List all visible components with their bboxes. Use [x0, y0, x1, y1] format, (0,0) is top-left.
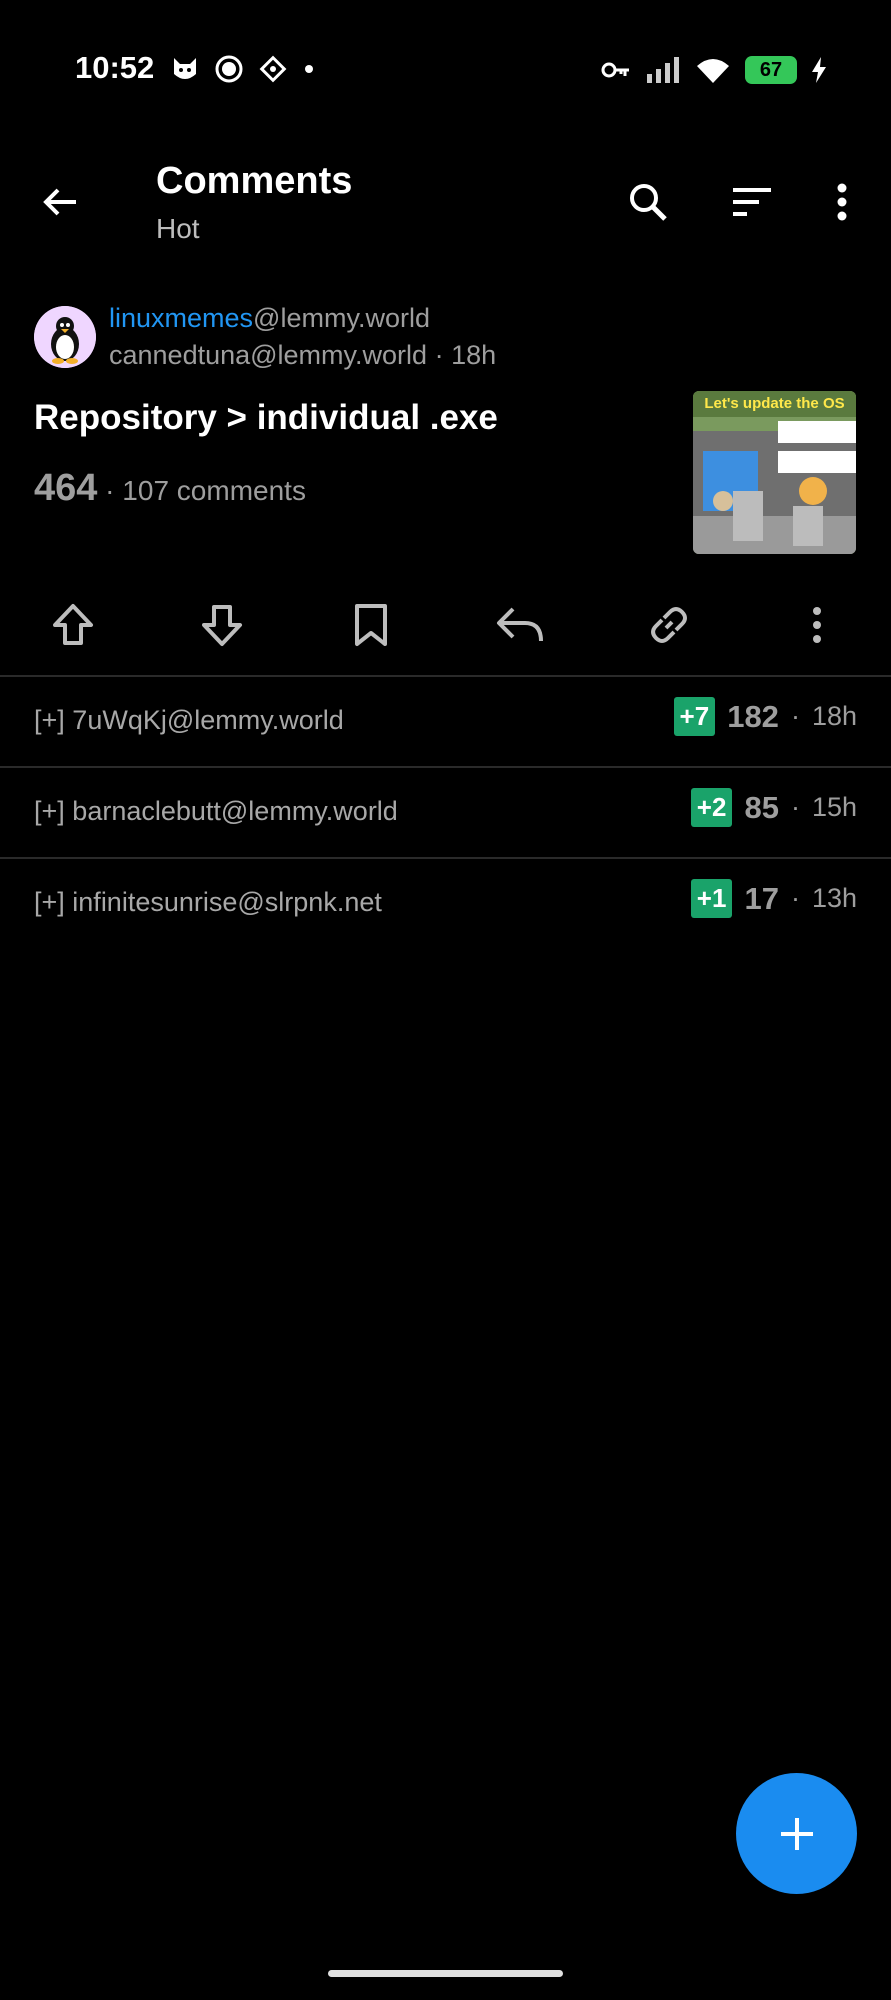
- reply-button[interactable]: [485, 590, 555, 660]
- comment-score: 17: [744, 880, 779, 916]
- community-avatar[interactable]: [34, 306, 96, 368]
- post-score: 464: [34, 467, 98, 509]
- penguin-icon: [34, 306, 96, 368]
- meme-image: [693, 391, 856, 554]
- cat-app-icon: [174, 58, 196, 79]
- community-instance: @lemmy.world: [253, 303, 430, 333]
- status-time: 10:52: [75, 50, 155, 85]
- comment-time: 18h: [811, 701, 857, 731]
- bookmark-icon: [355, 604, 387, 646]
- charging-bolt-icon: [812, 57, 826, 83]
- page-title: Comments: [156, 160, 353, 202]
- comment-meta: +2 85 · 15h: [690, 788, 857, 827]
- expand-marker: [+]: [34, 705, 65, 735]
- comment-meta: +7 182 · 18h: [673, 697, 857, 736]
- dot-icon: [305, 65, 313, 73]
- arrow-left-icon: [43, 188, 76, 216]
- search-button[interactable]: [618, 172, 678, 232]
- more-vertical-icon: [813, 607, 821, 643]
- downvote-button[interactable]: [187, 590, 257, 660]
- new-comments-badge: +7: [673, 697, 716, 736]
- comment-row[interactable]: [+] infinitesunrise@slrpnk.net +1 17 · 1…: [0, 859, 891, 947]
- community-link[interactable]: linuxmemes@lemmy.world: [109, 303, 430, 334]
- home-indicator[interactable]: [328, 1970, 563, 1977]
- post-time: 18h: [451, 340, 497, 370]
- more-vertical-icon: [837, 183, 847, 221]
- comment-meta: +1 17 · 13h: [690, 879, 857, 918]
- expand-marker: [+]: [34, 796, 65, 826]
- post-author-line: cannedtuna@lemmy.world · 18h: [109, 340, 497, 370]
- comment-score: 182: [727, 698, 779, 734]
- overflow-menu-button[interactable]: [815, 172, 869, 232]
- upvote-button[interactable]: [38, 590, 108, 660]
- post-title: Repository > individual .exe: [34, 398, 498, 437]
- comment-count: 107 comments: [122, 475, 306, 506]
- add-comment-button[interactable]: [736, 1773, 857, 1894]
- chat-bubble-icon: [215, 55, 243, 83]
- sort-subtitle: Hot: [156, 213, 200, 244]
- comment-user: 7uWqKj@lemmy.world: [72, 705, 344, 735]
- wifi-icon: [697, 59, 729, 83]
- comment-time: 15h: [811, 792, 857, 822]
- arrow-down-icon: [202, 605, 242, 646]
- expand-marker: [+]: [34, 887, 65, 917]
- status-system-icons: 67: [601, 56, 827, 84]
- comment-time: 13h: [811, 883, 857, 913]
- post-author[interactable]: cannedtuna@lemmy.world: [109, 340, 427, 370]
- post-thumbnail[interactable]: Let's update the OS: [693, 391, 856, 554]
- comment-row[interactable]: [+] barnaclebutt@lemmy.world +2 85 · 15h: [0, 768, 891, 856]
- post-more-button[interactable]: [782, 590, 852, 660]
- comment-user: infinitesunrise@slrpnk.net: [72, 887, 382, 917]
- back-button[interactable]: [30, 172, 90, 232]
- thumbnail-caption: Let's update the OS: [704, 395, 845, 412]
- vpn-key-icon: [601, 62, 629, 78]
- post-stats: 464 · 107 comments: [34, 467, 306, 509]
- share-link-button[interactable]: [634, 590, 704, 660]
- post-actions: [0, 590, 891, 660]
- battery-indicator: 67: [745, 56, 797, 84]
- search-icon: [630, 184, 667, 221]
- community-name[interactable]: linuxmemes: [109, 303, 253, 333]
- comment-row[interactable]: [+] 7uWqKj@lemmy.world +7 182 · 18h: [0, 677, 891, 765]
- signal-icon: [647, 57, 679, 83]
- new-comments-badge: +1: [690, 879, 733, 918]
- comment-user: barnaclebutt@lemmy.world: [72, 796, 398, 826]
- grid-diamond-icon: [259, 55, 287, 83]
- comment-score: 85: [744, 789, 779, 825]
- arrow-up-icon: [53, 604, 93, 645]
- save-button[interactable]: [336, 590, 406, 660]
- reply-icon: [497, 607, 543, 642]
- plus-icon: [780, 1817, 813, 1850]
- comment-author[interactable]: [+] 7uWqKj@lemmy.world: [34, 705, 344, 736]
- new-comments-badge: +2: [690, 788, 733, 827]
- comment-author[interactable]: [+] infinitesunrise@slrpnk.net: [34, 887, 382, 918]
- sort-button[interactable]: [722, 172, 782, 232]
- link-icon: [651, 607, 687, 643]
- comment-author[interactable]: [+] barnaclebutt@lemmy.world: [34, 796, 398, 827]
- sort-icon: [733, 188, 771, 216]
- status-notification-icons: [170, 54, 316, 84]
